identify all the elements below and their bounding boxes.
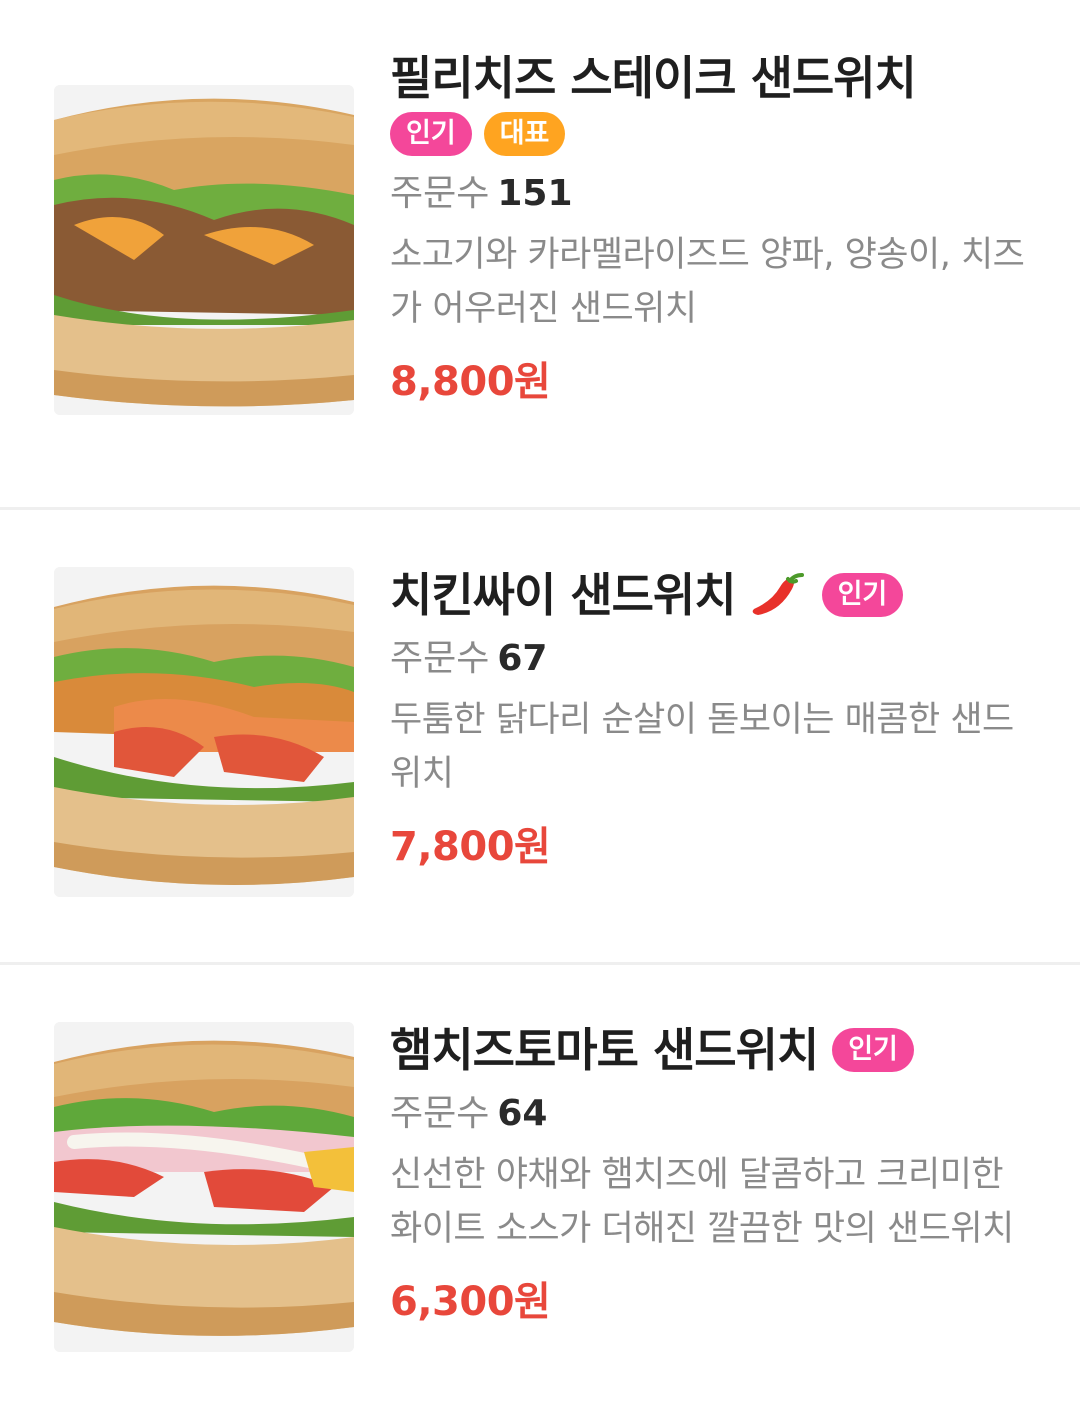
order-count: 주문수 151 bbox=[390, 170, 1040, 218]
popular-badge: 인기 bbox=[821, 573, 904, 617]
popular-badge: 인기 bbox=[390, 112, 472, 156]
order-count-label: 주문수 bbox=[390, 173, 490, 214]
menu-description: 신선한 야채와 햄치즈에 달콤하고 크리미한 화이트 소스가 더해진 깔끔한 맛… bbox=[390, 1148, 1030, 1256]
philly-sandwich-illustration bbox=[54, 85, 354, 415]
menu-description-text: 신선한 야채와 햄치즈에 달콤하고 크리미한 화이트 소스가 더해진 깔끔한 맛… bbox=[390, 1155, 1014, 1249]
signature-badge: 대표 bbox=[483, 112, 566, 156]
order-count-value: 151 bbox=[497, 173, 573, 214]
sandwich-image[interactable] bbox=[54, 85, 354, 415]
chili-pepper-icon bbox=[752, 573, 804, 615]
menu-price: 8,800원 bbox=[390, 359, 551, 405]
menu-price: 6,300원 bbox=[390, 1279, 551, 1325]
popular-badge: 인기 bbox=[832, 1028, 914, 1072]
menu-item-philly-cheese-steak[interactable]: 필리치즈 스테이크 샌드위치 인기 대표 주문수 151 소고기와 카라멜라이즈드… bbox=[0, 0, 1080, 507]
order-count: 주문수 67 bbox=[390, 635, 1040, 683]
menu-price: 7,800원 bbox=[390, 824, 551, 870]
menu-description-text: 두툼한 닭다리 순살이 돋보이는 매콤한 샌드위치 bbox=[390, 700, 1014, 794]
order-count-value: 64 bbox=[497, 1093, 548, 1134]
sandwich-image[interactable] bbox=[54, 1022, 354, 1352]
menu-description: 소고기와 카라멜라이즈드 양파, 양송이, 치즈가 어우러진 샌드위치 bbox=[390, 228, 1030, 336]
order-count: 주문수 64 bbox=[390, 1090, 1040, 1138]
menu-title[interactable]: 햄치즈토마토 샌드위치 bbox=[390, 1020, 819, 1080]
menu-item-ham-cheese-tomato[interactable]: 햄치즈토마토 샌드위치 인기 주문수 64 신선한 야채와 햄치즈에 달콤하고 크… bbox=[0, 965, 1080, 1417]
menu-title[interactable]: 필리치즈 스테이크 샌드위치 bbox=[390, 48, 917, 108]
menu-description-text: 소고기와 카라멜라이즈드 양파, 양송이, 치즈가 어우러진 샌드위치 bbox=[390, 235, 1025, 329]
menu-item-chicken-thigh[interactable]: 치킨싸이 샌드위치 인기 주문수 67 두툼한 닭다리 순살이 돋보이는 매콤한 … bbox=[0, 510, 1080, 962]
sandwich-image[interactable] bbox=[54, 567, 354, 897]
menu-description: 두툼한 닭다리 순살이 돋보이는 매콤한 샌드위치 bbox=[390, 693, 1030, 801]
order-count-label: 주문수 bbox=[390, 1093, 490, 1134]
order-count-label: 주문수 bbox=[390, 638, 490, 679]
menu-list: 필리치즈 스테이크 샌드위치 인기 대표 주문수 151 소고기와 카라멜라이즈드… bbox=[0, 0, 1080, 1417]
menu-title[interactable]: 치킨싸이 샌드위치 bbox=[390, 565, 737, 625]
ham-sandwich-illustration bbox=[54, 1022, 354, 1352]
order-count-value: 67 bbox=[497, 638, 548, 679]
chicken-sandwich-illustration bbox=[54, 567, 354, 897]
